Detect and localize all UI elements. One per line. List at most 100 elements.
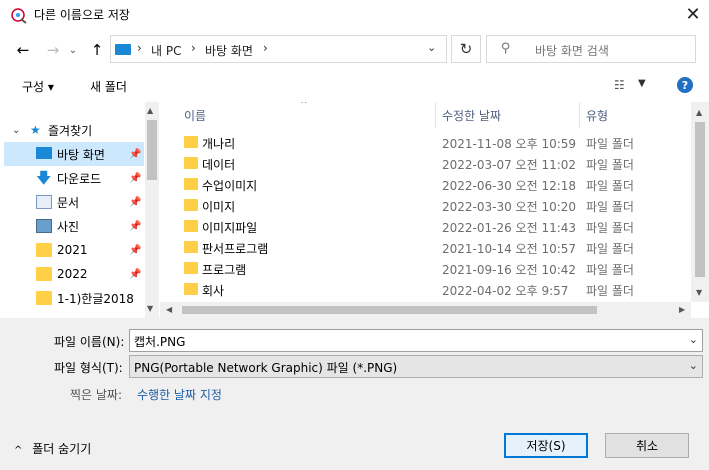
scroll-down-icon[interactable]: ▼	[147, 304, 153, 313]
close-button[interactable]: ✕	[680, 3, 706, 25]
hide-folders-toggle[interactable]: ^ 폴더 숨기기	[14, 440, 91, 457]
nav-item-label: 사진	[57, 219, 80, 234]
scroll-up-icon[interactable]: ▲	[147, 106, 153, 115]
help-button[interactable]: ?	[677, 77, 693, 93]
arrow-up-icon: ↑	[90, 41, 104, 59]
view-options-icon[interactable]: ☷	[614, 78, 625, 92]
file-date: 2021-11-08 오후 10:59	[442, 137, 577, 151]
folder-icon	[184, 241, 198, 253]
file-date: 2021-10-14 오전 10:57	[442, 242, 577, 256]
file-name: 회사	[202, 284, 225, 298]
nav-item-hangul2018[interactable]: 1-1)한글2018	[4, 286, 144, 310]
pictures-icon	[36, 219, 52, 233]
filetype-value: PNG(Portable Network Graphic) 파일 (*.PNG)	[134, 361, 398, 375]
paint-app-icon	[11, 8, 27, 24]
scroll-thumb[interactable]	[695, 122, 705, 277]
date-taken-link[interactable]: 수행한 날짜 지정	[137, 386, 222, 403]
file-name: 이미지	[202, 200, 236, 214]
pin-icon: 📌	[129, 196, 142, 208]
breadcrumb-desktop[interactable]: 바탕 화면	[205, 42, 253, 59]
new-folder-button[interactable]: 새 폴더	[90, 78, 127, 95]
chevron-down-icon: ⌄	[12, 124, 21, 136]
nav-item-label: 문서	[57, 195, 80, 210]
filetype-select[interactable]: PNG(Portable Network Graphic) 파일 (*.PNG)…	[129, 355, 703, 378]
view-dropdown-icon[interactable]: ▼	[638, 78, 646, 89]
file-date: 2022-04-02 오후 9:57	[442, 284, 569, 298]
scroll-thumb[interactable]	[147, 120, 157, 180]
column-header-name[interactable]: 이름	[184, 102, 206, 128]
column-divider[interactable]	[435, 102, 436, 128]
refresh-button[interactable]: ↻	[451, 35, 481, 63]
file-row[interactable]: 데이터 2022-03-07 오전 11:02 파일 폴더	[160, 153, 690, 174]
nav-item-desktop[interactable]: 바탕 화면 📌	[4, 142, 144, 166]
scroll-right-icon[interactable]: ▶	[679, 305, 685, 314]
hide-folders-label: 폴더 숨기기	[32, 442, 92, 456]
file-list-vertical-scrollbar[interactable]: ▲ ▼	[691, 102, 709, 302]
file-name: 프로그램	[202, 263, 247, 277]
save-button[interactable]: 저장(S)	[504, 433, 588, 458]
window-title: 다른 이름으로 저장	[34, 8, 130, 22]
pin-icon: 📌	[129, 220, 142, 232]
nav-item-downloads[interactable]: 🡇 다운로드 📌	[4, 166, 144, 190]
breadcrumb-this-pc[interactable]: 내 PC	[151, 42, 181, 59]
file-row[interactable]: 이미지파일 2022-01-26 오전 11:43 파일 폴더	[160, 216, 690, 237]
date-taken-label: 찍은 날짜:	[70, 388, 123, 402]
folder-icon	[36, 267, 52, 281]
command-bar: 구성 ▾ 새 폴더 ☷ ▼ ?	[0, 68, 709, 102]
column-header-type[interactable]: 유형	[586, 102, 608, 128]
filename-field[interactable]: 캡처.PNG ⌄	[129, 329, 703, 352]
computer-icon	[115, 44, 131, 55]
nav-item-pictures[interactable]: 사진 📌	[4, 214, 144, 238]
nav-item-label: 1-1)한글2018	[57, 291, 134, 306]
column-header-date[interactable]: 수정한 날짜	[442, 102, 501, 128]
nav-group-quick-access[interactable]: ⌄ ★ 즐겨찾기	[4, 118, 144, 142]
file-row[interactable]: 판서프로그램 2021-10-14 오전 10:57 파일 폴더	[160, 237, 690, 258]
nav-scrollbar[interactable]: ▲ ▼	[145, 102, 159, 318]
organize-button[interactable]: 구성 ▾	[22, 78, 54, 95]
filename-value[interactable]: 캡처.PNG	[134, 333, 185, 350]
file-type: 파일 폴더	[586, 179, 634, 193]
search-icon: ⚲	[501, 41, 511, 56]
nav-item-2021[interactable]: 2021 📌	[4, 238, 144, 262]
arrow-right-icon: →	[46, 41, 60, 59]
chevron-down-icon[interactable]: ⌄	[689, 333, 698, 346]
file-date: 2022-03-07 오전 11:02	[442, 158, 577, 172]
search-box[interactable]: ⚲ 바탕 화면 검색	[486, 35, 696, 63]
back-button[interactable]: ←	[12, 40, 34, 60]
file-row[interactable]: 회사 2022-04-02 오후 9:57 파일 폴더	[160, 279, 690, 300]
scroll-down-icon[interactable]: ▼	[696, 288, 702, 297]
scroll-left-icon[interactable]: ◀	[166, 305, 172, 314]
file-date: 2021-09-16 오전 10:42	[442, 263, 577, 277]
file-list-horizontal-scrollbar[interactable]: ◀ ▶	[160, 302, 691, 318]
filename-label: 파일 이름(N):	[54, 335, 125, 349]
file-name: 데이터	[202, 158, 236, 172]
scroll-thumb[interactable]	[182, 306, 597, 314]
file-type: 파일 폴더	[586, 221, 634, 235]
folder-icon	[36, 243, 52, 257]
forward-button[interactable]: →	[42, 40, 64, 60]
search-input[interactable]: 바탕 화면 검색	[535, 42, 609, 59]
up-button[interactable]: ↑	[86, 40, 108, 60]
pin-icon: 📌	[129, 268, 142, 280]
cancel-button[interactable]: 취소	[605, 433, 689, 458]
file-name: 수업이미지	[202, 179, 258, 193]
nav-item-2022[interactable]: 2022 📌	[4, 262, 144, 286]
file-row[interactable]: 수업이미지 2022-06-30 오전 12:18 파일 폴더	[160, 174, 690, 195]
file-row[interactable]: 개나리 2021-11-08 오후 10:59 파일 폴더	[160, 132, 690, 153]
folder-icon	[184, 157, 198, 169]
file-date: 2022-01-26 오전 11:43	[442, 221, 577, 235]
pin-icon: 📌	[129, 172, 142, 184]
file-name: 판서프로그램	[202, 242, 269, 256]
star-icon: ★	[30, 123, 41, 137]
column-divider[interactable]	[579, 102, 580, 128]
scroll-up-icon[interactable]: ▲	[696, 108, 702, 117]
file-row[interactable]: 이미지 2022-03-30 오전 10:20 파일 폴더	[160, 195, 690, 216]
recent-locations-button[interactable]: ⌄	[62, 40, 84, 60]
address-bar[interactable]: › 내 PC › 바탕 화면 › ⌄	[110, 35, 447, 63]
title-bar: 다른 이름으로 저장 ✕	[0, 0, 709, 30]
nav-item-documents[interactable]: 문서 📌	[4, 190, 144, 214]
address-dropdown-icon[interactable]: ⌄	[427, 41, 436, 54]
chevron-down-icon[interactable]: ⌄	[689, 359, 698, 372]
file-row[interactable]: 프로그램 2021-09-16 오전 10:42 파일 폴더	[160, 258, 690, 279]
folder-icon	[184, 136, 198, 148]
